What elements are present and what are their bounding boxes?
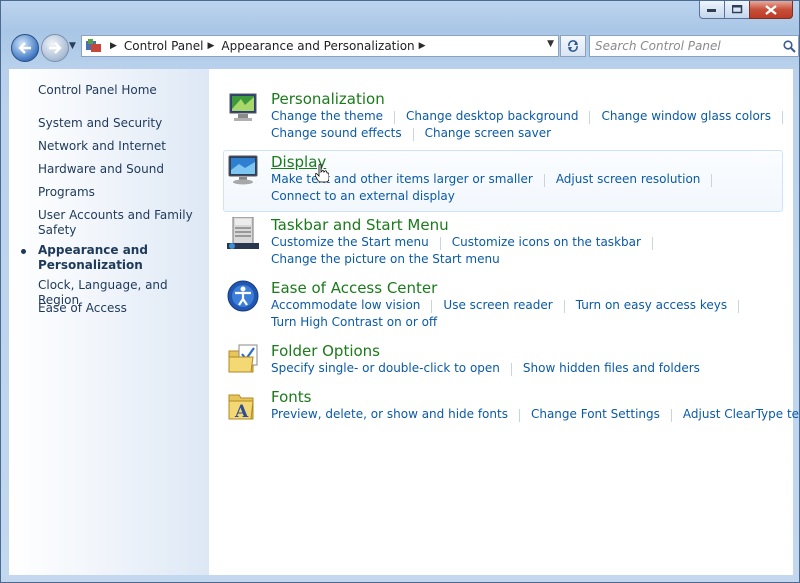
sidebar-item-ease-of-access[interactable]: Ease of Access <box>38 301 127 316</box>
single-double-click-link[interactable]: Specify single- or double-click to open <box>271 361 500 376</box>
navigation-bar: ▼ ▶ Control Panel ▶ Appearance and Perso… <box>9 31 799 63</box>
personalization-icon <box>227 91 259 123</box>
link-separator <box>510 363 512 376</box>
easy-access-keys-link[interactable]: Turn on easy access keys <box>576 298 727 313</box>
use-screen-reader-link[interactable]: Use screen reader <box>443 298 552 313</box>
taskbar-icon <box>227 216 259 249</box>
change-window-glass-colors-link[interactable]: Change window glass colors <box>601 109 771 124</box>
link-separator <box>412 128 414 141</box>
back-button[interactable] <box>11 34 39 62</box>
folder-links-row1: Specify single- or double-click to open … <box>271 361 700 376</box>
hand-cursor-icon <box>315 164 329 183</box>
connect-external-display-link[interactable]: Connect to an external display <box>271 189 455 203</box>
sidebar-item-programs[interactable]: Programs <box>38 185 95 200</box>
change-screen-saver-link[interactable]: Change screen saver <box>425 126 552 141</box>
left-nav-pane: Control Panel Home System and Security N… <box>9 69 209 575</box>
adjust-screen-resolution-link[interactable]: Adjust screen resolution <box>556 172 701 187</box>
control-panel-icon <box>86 39 102 53</box>
change-theme-link[interactable]: Change the theme <box>271 109 383 124</box>
fonts-links-row1: Preview, delete, or show and hide fonts … <box>271 407 800 422</box>
search-icon[interactable] <box>780 39 798 53</box>
show-hidden-files-link[interactable]: Show hidden files and folders <box>523 361 700 376</box>
svg-text:A: A <box>234 402 249 421</box>
breadcrumb-arrow-icon[interactable]: ▶ <box>110 41 117 51</box>
refresh-icon <box>568 40 578 52</box>
address-bar[interactable]: ▶ Control Panel ▶ Appearance and Persona… <box>81 35 559 57</box>
breadcrumb-appearance[interactable]: Appearance and Personalization <box>221 39 414 53</box>
close-button[interactable] <box>749 1 793 19</box>
sidebar-item-appearance-line2: Personalization <box>38 258 143 272</box>
accommodate-low-vision-link[interactable]: Accommodate low vision <box>271 298 420 313</box>
personalization-title[interactable]: Personalization <box>271 90 385 108</box>
link-separator <box>670 409 672 422</box>
link-separator <box>651 237 653 250</box>
display-links-row1: Make text and other items larger or smal… <box>271 172 723 187</box>
content-pane: Personalization Change the theme Change … <box>209 69 800 575</box>
link-separator <box>781 111 783 124</box>
sidebar-item-appearance: Appearance and <box>38 243 148 257</box>
forward-button[interactable] <box>41 34 69 62</box>
minimize-button[interactable] <box>699 1 725 19</box>
arrow-right-icon <box>49 42 62 54</box>
refresh-button[interactable] <box>560 35 586 57</box>
customize-taskbar-icons-link[interactable]: Customize icons on the taskbar <box>452 235 641 250</box>
folder-options-icon <box>227 343 259 375</box>
adjust-cleartype-link[interactable]: Adjust ClearType text <box>683 407 800 422</box>
sidebar-item-system-security[interactable]: System and Security <box>38 116 162 131</box>
sidebar-item-control-panel-home[interactable]: Control Panel Home <box>38 83 157 98</box>
breadcrumb-arrow-icon[interactable]: ▶ <box>419 41 426 51</box>
link-separator <box>543 174 545 187</box>
fonts-title[interactable]: Fonts <box>271 388 311 406</box>
minimize-icon <box>707 8 716 12</box>
maximize-button[interactable] <box>724 1 750 19</box>
high-contrast-link[interactable]: Turn High Contrast on or off <box>271 315 437 329</box>
display-links-row2: Connect to an external display <box>271 189 455 203</box>
personalization-links-row1: Change the theme Change desktop backgrou… <box>271 109 794 124</box>
sidebar-item-network-internet[interactable]: Network and Internet <box>38 139 166 154</box>
change-font-settings-link[interactable]: Change Font Settings <box>531 407 660 422</box>
link-separator <box>518 409 520 422</box>
link-separator <box>563 300 565 313</box>
folder-options-title[interactable]: Folder Options <box>271 342 380 360</box>
close-icon <box>765 4 777 15</box>
fonts-icon: A <box>227 389 259 422</box>
taskbar-links-row1: Customize the Start menu Customize icons… <box>271 235 664 250</box>
sidebar-item-hardware-sound[interactable]: Hardware and Sound <box>38 162 164 177</box>
personalization-links-row2: Change sound effects Change screen saver <box>271 126 551 141</box>
ease-links-row2: Turn High Contrast on or off <box>271 315 437 329</box>
link-separator <box>589 111 591 124</box>
address-dropdown-icon[interactable]: ▼ <box>547 39 554 49</box>
make-text-larger-link[interactable]: Make text and other items larger or smal… <box>271 172 533 187</box>
current-item-bullet-icon <box>21 249 26 254</box>
display-icon <box>227 154 259 186</box>
recent-pages-dropdown[interactable]: ▼ <box>69 41 76 51</box>
link-separator <box>431 300 433 313</box>
ease-of-access-icon <box>227 280 259 312</box>
link-separator <box>439 237 441 250</box>
change-sound-effects-link[interactable]: Change sound effects <box>271 126 402 141</box>
search-placeholder[interactable]: Search Control Panel <box>590 39 780 53</box>
ease-links-row1: Accommodate low vision Use screen reader… <box>271 298 750 313</box>
sidebar-item-user-accounts-line2[interactable]: Safety <box>38 223 76 238</box>
taskbar-links-row2: Change the picture on the Start menu <box>271 252 500 266</box>
search-box[interactable]: Search Control Panel <box>589 35 799 57</box>
breadcrumb-control-panel[interactable]: Control Panel <box>124 39 204 53</box>
caption-buttons <box>699 1 793 19</box>
window-frame: ▼ ▶ Control Panel ▶ Appearance and Perso… <box>0 0 800 583</box>
preview-fonts-link[interactable]: Preview, delete, or show and hide fonts <box>271 407 508 422</box>
link-separator <box>738 300 740 313</box>
arrow-left-icon <box>18 42 31 54</box>
sidebar-item-user-accounts[interactable]: User Accounts and Family <box>38 208 193 223</box>
breadcrumb-arrow-icon[interactable]: ▶ <box>208 41 215 51</box>
ease-of-access-title[interactable]: Ease of Access Center <box>271 279 437 297</box>
customize-start-menu-link[interactable]: Customize the Start menu <box>271 235 429 250</box>
link-separator <box>394 111 396 124</box>
link-separator <box>711 174 713 187</box>
taskbar-title[interactable]: Taskbar and Start Menu <box>271 216 449 234</box>
change-desktop-background-link[interactable]: Change desktop background <box>406 109 578 124</box>
maximize-icon <box>731 5 742 14</box>
change-start-menu-picture-link[interactable]: Change the picture on the Start menu <box>271 252 500 266</box>
